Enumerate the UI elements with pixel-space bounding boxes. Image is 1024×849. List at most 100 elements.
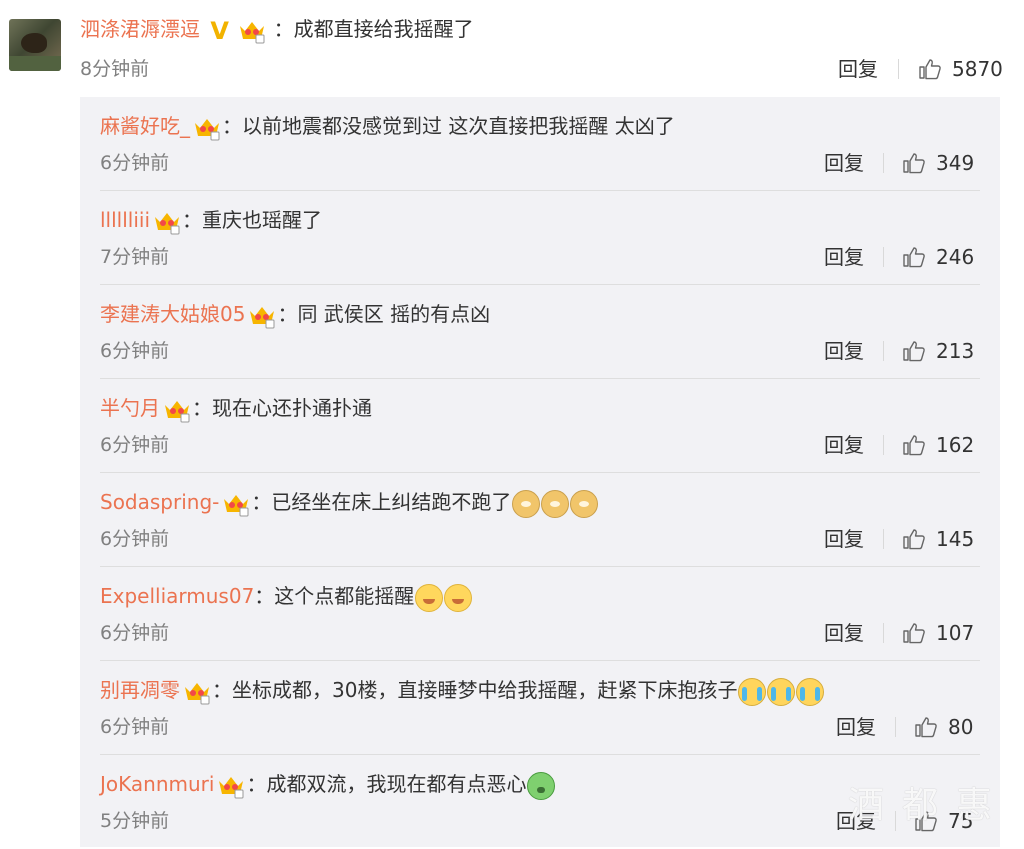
thumbs-up-icon	[903, 435, 925, 456]
divider	[883, 435, 884, 455]
reply-item: 半勺月 ：现在心还扑通扑通 6分钟前 回复 162	[80, 379, 1000, 473]
reply-item: lllllliii ：重庆也瑶醒了 7分钟前 回复 246	[80, 191, 1000, 285]
reply-button[interactable]: 回复	[824, 525, 864, 553]
main-comment: 泗涤涒溽漂逗 V ：成都直接给我摇醒了 8分钟前 回复 5870	[0, 0, 1024, 97]
divider	[883, 529, 884, 549]
reply-line: 别再凋零 ：坐标成都，30楼，直接睡梦中给我摇醒，赶紧下床抱孩子	[100, 676, 825, 706]
comment-text: ：已经坐在床上纠结跑不跑了	[251, 490, 512, 514]
reply-line: Sodaspring- ：已经坐在床上纠结跑不跑了	[100, 488, 599, 518]
thumbs-up-icon	[903, 341, 925, 362]
timestamp: 6分钟前	[100, 434, 170, 456]
cry-icon	[738, 677, 767, 706]
timestamp: 8分钟前	[80, 58, 150, 80]
reply-button[interactable]: 回复	[824, 243, 864, 271]
reply-line: JoKannmuri ：成都双流，我现在都有点恶心	[100, 770, 556, 800]
timestamp: 6分钟前	[100, 152, 170, 174]
divider	[883, 623, 884, 643]
timestamp: 6分钟前	[100, 622, 170, 644]
like-count: 107	[936, 621, 975, 645]
reply-item: 李建涛大姑娘05 ：同 武侯区 摇的有点凶 6分钟前 回复 213	[80, 285, 1000, 379]
comment-text: ：坐标成都，30楼，直接睡梦中给我摇醒，赶紧下床抱孩子	[212, 678, 738, 702]
vip-crown-icon	[240, 21, 265, 43]
reply-item: 别再凋零 ：坐标成都，30楼，直接睡梦中给我摇醒，赶紧下床抱孩子 6分钟前 回复 80	[80, 661, 1000, 755]
username-link[interactable]: 麻酱好吃_	[100, 114, 190, 138]
username-link[interactable]: 别再凋零	[100, 678, 180, 702]
divider	[883, 341, 884, 361]
comment-text: ：成都双流，我现在都有点恶心	[246, 772, 527, 796]
avatar[interactable]	[9, 19, 61, 71]
like-count: 80	[948, 715, 974, 739]
comment-text: ：现在心还扑通扑通	[192, 396, 372, 420]
comment-text: ：以前地震都没感觉到过 这次直接把我摇醒 太凶了	[222, 114, 675, 138]
reply-line: lllllliii ：重庆也瑶醒了	[100, 206, 322, 235]
timestamp: 6分钟前	[100, 340, 170, 362]
doge-icon	[570, 489, 599, 518]
vip-crown-icon	[155, 212, 180, 234]
like-button[interactable]: 80	[914, 713, 973, 741]
divider	[883, 247, 884, 267]
username-link[interactable]: 半勺月	[100, 396, 160, 420]
username-link[interactable]: Expelliarmus07	[100, 584, 254, 608]
reply-list: 麻酱好吃_ ：以前地震都没感觉到过 这次直接把我摇醒 太凶了 6分钟前 回复 349 ll…	[80, 97, 1000, 847]
comment-text: ：这个点都能摇醒	[254, 584, 415, 608]
cry-icon	[796, 677, 825, 706]
username-link[interactable]: 泗涤涒溽漂逗	[80, 17, 200, 41]
timestamp: 6分钟前	[100, 716, 170, 738]
timestamp: 6分钟前	[100, 528, 170, 550]
thumbs-up-icon	[919, 59, 941, 80]
like-button[interactable]: 213	[902, 337, 974, 365]
reply-line: 麻酱好吃_ ：以前地震都没感觉到过 这次直接把我摇醒 太凶了	[100, 112, 675, 141]
grin-icon	[444, 583, 473, 612]
verified-icon: V	[210, 16, 229, 45]
thumbs-up-icon	[903, 529, 925, 550]
thumbs-up-icon	[903, 247, 925, 268]
reply-button[interactable]: 回复	[824, 431, 864, 459]
vip-crown-icon	[224, 494, 249, 516]
like-count: 246	[936, 245, 975, 269]
comment-text: ：同 武侯区 摇的有点凶	[277, 302, 491, 326]
reply-button[interactable]: 回复	[838, 55, 878, 83]
like-count: 349	[936, 151, 975, 175]
like-button[interactable]: 145	[902, 525, 974, 553]
like-count: 5870	[952, 57, 1003, 81]
reply-button[interactable]: 回复	[836, 713, 876, 741]
timestamp: 5分钟前	[100, 810, 170, 832]
like-button[interactable]: 349	[902, 149, 974, 177]
thumbs-up-icon	[903, 623, 925, 644]
vip-crown-icon	[185, 682, 210, 704]
like-button[interactable]: 107	[902, 619, 974, 647]
reply-button[interactable]: 回复	[824, 149, 864, 177]
vip-crown-icon	[219, 776, 244, 798]
reply-line: Expelliarmus07：这个点都能摇醒	[100, 582, 473, 612]
like-count: 162	[936, 433, 975, 457]
cry-icon	[767, 677, 796, 706]
thumbs-up-icon	[903, 153, 925, 174]
comment-text: ：成都直接给我摇醒了	[273, 17, 474, 41]
doge-icon	[512, 489, 541, 518]
username-link[interactable]: lllllliii	[100, 208, 150, 232]
divider	[895, 717, 896, 737]
reply-line: 李建涛大姑娘05 ：同 武侯区 摇的有点凶	[100, 300, 490, 329]
sick-icon	[527, 771, 556, 800]
vip-crown-icon	[250, 306, 275, 328]
doge-icon	[541, 489, 570, 518]
grin-icon	[415, 583, 444, 612]
like-button[interactable]: 162	[902, 431, 974, 459]
divider	[883, 153, 884, 173]
vip-crown-icon	[195, 118, 220, 140]
username-link[interactable]: 李建涛大姑娘05	[100, 302, 245, 326]
like-button[interactable]: 246	[902, 243, 974, 271]
reply-item: Expelliarmus07：这个点都能摇醒 6分钟前 回复 107	[80, 567, 1000, 661]
like-count: 145	[936, 527, 975, 551]
vip-crown-icon	[165, 400, 190, 422]
like-button[interactable]: 5870	[918, 55, 1003, 83]
watermark: 酒都惠	[848, 785, 1011, 826]
like-count: 213	[936, 339, 975, 363]
reply-button[interactable]: 回复	[824, 619, 864, 647]
thumbs-up-icon	[915, 717, 937, 738]
username-link[interactable]: Sodaspring-	[100, 490, 219, 514]
reply-button[interactable]: 回复	[824, 337, 864, 365]
username-link[interactable]: JoKannmuri	[100, 772, 214, 796]
reply-line: 半勺月 ：现在心还扑通扑通	[100, 394, 372, 423]
main-comment-line: 泗涤涒溽漂逗 V ：成都直接给我摇醒了	[80, 15, 474, 45]
